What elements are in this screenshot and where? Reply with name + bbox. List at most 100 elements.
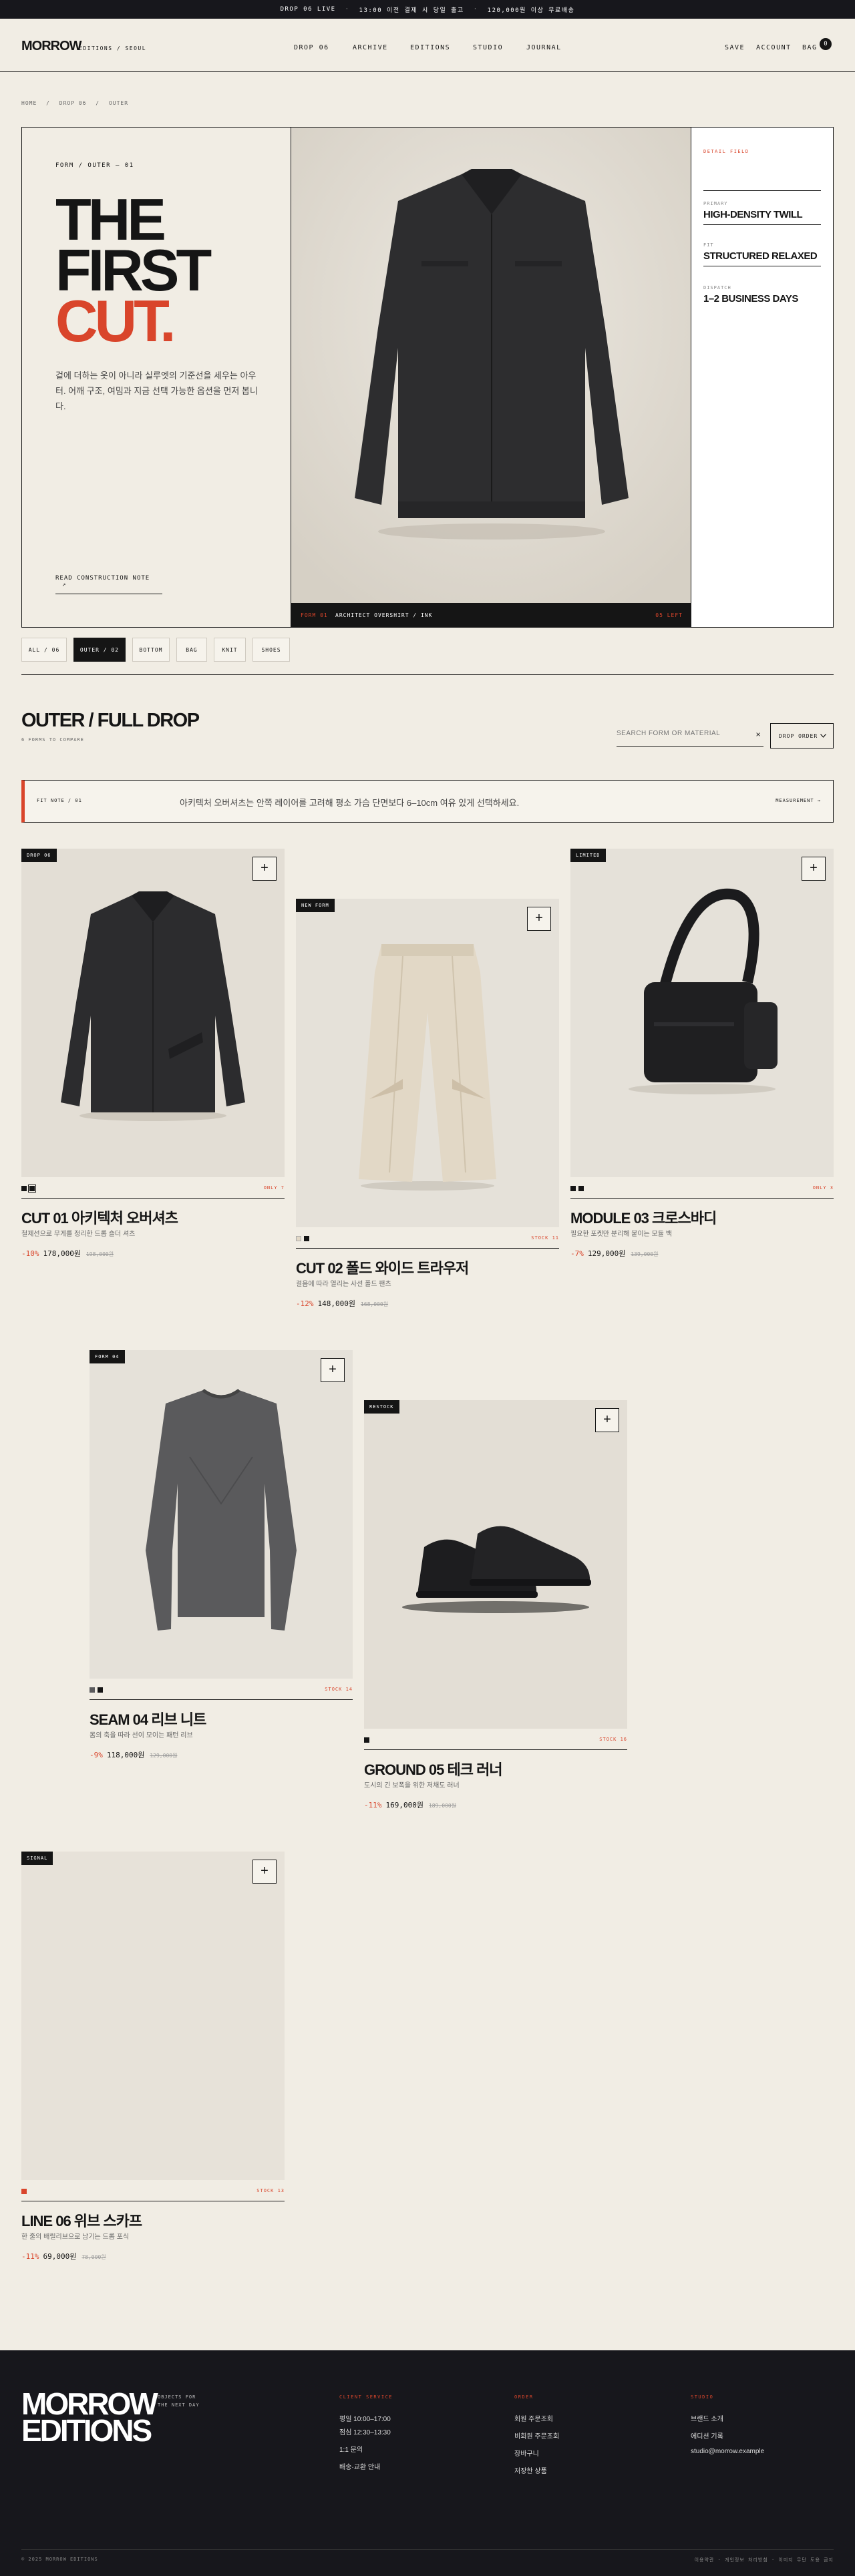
arrow-up-right-icon: ↗: [62, 582, 67, 588]
add-to-bag-button[interactable]: +: [252, 857, 277, 881]
stock-label: STOCK 13: [256, 2188, 285, 2193]
filter-bottom[interactable]: BOTTOM: [132, 638, 170, 662]
breadcrumb-home[interactable]: HOME: [21, 100, 37, 106]
add-to-bag-button[interactable]: +: [252, 1860, 277, 1884]
nav-studio[interactable]: STUDIO: [473, 44, 503, 51]
stock-label: STOCK 11: [531, 1235, 559, 1241]
hero-title-accent: CUT.: [55, 288, 176, 354]
original-price: 78,000원: [81, 2254, 106, 2260]
color-swatch[interactable]: [21, 2189, 27, 2194]
footer-link[interactable]: 비회원 주문조회: [514, 2430, 559, 2440]
product-image[interactable]: [21, 849, 285, 1177]
product-name[interactable]: GROUND 05 테크 러너: [364, 1758, 503, 1779]
footer-column-heading: CLIENT SERVICE: [339, 2394, 393, 2400]
hero-feature: FORM / OUTER — 01 THE FIRST CUT. 겉에 더하는 …: [21, 127, 834, 628]
color-swatch[interactable]: [578, 1186, 584, 1191]
footer-email-link[interactable]: studio@morrow.example: [691, 2448, 764, 2455]
original-price: 139,000원: [631, 1251, 659, 1257]
footer-link[interactable]: 배송·교환 안내: [339, 2461, 380, 2471]
footer-link[interactable]: 에디션 기록: [691, 2430, 723, 2440]
filter-knit[interactable]: KNIT: [214, 638, 246, 662]
product-name[interactable]: CUT 02 폴드 와이드 트라우저: [296, 1257, 469, 1278]
filter-bag[interactable]: BAG: [176, 638, 207, 662]
spec-value: HIGH-DENSITY TWILL: [703, 209, 821, 225]
product-price: -9% 118,000원 129,000원: [90, 1749, 177, 1760]
product-name[interactable]: MODULE 03 크로스바디: [570, 1207, 717, 1228]
account-link[interactable]: ACCOUNT: [756, 44, 792, 51]
spec-label: PRIMARY: [703, 201, 728, 206]
color-swatch[interactable]: [296, 1236, 301, 1241]
product-image-placeholder[interactable]: [21, 1852, 285, 2180]
breadcrumb-drop[interactable]: DROP 06: [59, 100, 87, 106]
product-description: 몸의 축을 따라 선이 모이는 패턴 리브: [90, 1732, 193, 1739]
save-link[interactable]: SAVE: [725, 44, 745, 51]
hero-image-caption: FORM 01 ARCHITECT OVERSHIRT / INK 05 LEF…: [291, 603, 691, 627]
product-meta-row: ONLY 7: [21, 1183, 285, 1199]
stock-label: STOCK 16: [599, 1737, 627, 1742]
hero-title: THE FIRST CUT.: [55, 190, 212, 354]
product-image[interactable]: [364, 1400, 627, 1729]
search-input[interactable]: [617, 730, 743, 737]
breadcrumb: HOME / DROP 06 / OUTER: [21, 100, 128, 106]
filter-all[interactable]: ALL / 06: [21, 638, 67, 662]
filter-outer[interactable]: OUTER / 02: [73, 638, 126, 662]
sale-price: 148,000원: [317, 1299, 355, 1308]
color-swatch[interactable]: [364, 1737, 369, 1743]
footer-link[interactable]: 장바구니: [514, 2448, 539, 2458]
product-badge: SIGNAL: [21, 1852, 53, 1865]
footer-link[interactable]: 회원 주문조회: [514, 2413, 553, 2423]
brand-logo[interactable]: MORROW: [21, 39, 82, 54]
color-swatch[interactable]: [90, 1687, 95, 1693]
nav-drop06[interactable]: DROP 06: [294, 44, 329, 51]
add-to-bag-button[interactable]: +: [321, 1358, 345, 1382]
add-to-bag-button[interactable]: +: [595, 1408, 619, 1432]
separator: ·: [473, 6, 478, 13]
search-field[interactable]: ×: [617, 724, 763, 747]
section-subtitle: 6 FORMS TO COMPARE: [21, 737, 84, 742]
filter-shoes[interactable]: SHOES: [252, 638, 290, 662]
add-to-bag-button[interactable]: +: [802, 857, 826, 881]
footer-link[interactable]: 1:1 문의: [339, 2444, 363, 2454]
hero-product-image[interactable]: FORM 01 ARCHITECT OVERSHIRT / INK 05 LEF…: [291, 128, 691, 627]
original-price: 189,000원: [428, 1803, 457, 1809]
product-badge: DROP 06: [21, 849, 57, 862]
product-price: -11% 169,000원 189,000원: [364, 1799, 456, 1810]
clear-search-icon[interactable]: ×: [755, 730, 761, 739]
site-footer: MORROW EDITIONS OBJECTS FOR THE NEXT DAY…: [0, 2350, 855, 2576]
footer-link[interactable]: 저장한 상품: [514, 2465, 547, 2475]
section-title: OUTER / FULL DROP: [21, 710, 200, 731]
measurement-link[interactable]: MEASUREMENT →: [776, 798, 821, 803]
add-to-bag-button[interactable]: +: [527, 907, 551, 931]
product-badge: LIMITED: [570, 849, 606, 862]
nav-journal[interactable]: JOURNAL: [526, 44, 562, 51]
fit-note-banner: FIT NOTE / 01 아키텍처 오버셔츠는 안쪽 레이어를 고려해 평소 …: [21, 780, 834, 823]
color-swatch[interactable]: [21, 1186, 27, 1191]
footer-bottom-bar: © 2025 MORROW EDITIONS 이용약관 · 개인정보 처리방침 …: [21, 2549, 834, 2563]
footer-logo[interactable]: MORROW EDITIONS: [21, 2388, 158, 2446]
bag-count-badge: 0: [820, 38, 832, 50]
product-price: -7% 129,000원 139,000원: [570, 1248, 658, 1259]
product-price: -10% 178,000원 198,000원: [21, 1248, 114, 1259]
color-swatch[interactable]: [98, 1687, 103, 1693]
footer-link[interactable]: 브랜드 소개: [691, 2413, 723, 2423]
product-image[interactable]: [90, 1350, 353, 1679]
nav-archive[interactable]: ARCHIVE: [353, 44, 388, 51]
legal-links[interactable]: 이용약관 · 개인정보 처리방침 · 이미지 무단 도용 금지: [695, 2557, 834, 2563]
read-construction-link[interactable]: READ CONSTRUCTION NOTE ↗: [55, 575, 162, 594]
product-description: 철제선으로 무게를 정리한 드롭 숄더 셔츠: [21, 1231, 136, 1238]
hero-eyebrow: FORM / OUTER — 01: [55, 162, 134, 169]
site-header: MORROW EDITIONS / SEOUL DROP 06 ARCHIVE …: [0, 19, 855, 72]
hero-text-panel: FORM / OUTER — 01 THE FIRST CUT. 겉에 더하는 …: [22, 128, 291, 627]
product-name[interactable]: LINE 06 위브 스카프: [21, 2209, 142, 2231]
color-swatch[interactable]: [570, 1186, 576, 1191]
product-image[interactable]: [296, 899, 559, 1227]
product-image[interactable]: [570, 849, 834, 1177]
product-name[interactable]: CUT 01 아키텍처 오버셔츠: [21, 1207, 178, 1228]
color-swatch[interactable]: [28, 1185, 36, 1193]
sort-select[interactable]: DROP ORDER: [770, 723, 834, 748]
chevron-down-icon: [820, 734, 826, 738]
bag-link[interactable]: BAG: [802, 44, 818, 51]
color-swatch[interactable]: [304, 1236, 309, 1241]
product-name[interactable]: SEAM 04 리브 니트: [90, 1708, 206, 1729]
nav-editions[interactable]: EDITIONS: [410, 44, 450, 51]
